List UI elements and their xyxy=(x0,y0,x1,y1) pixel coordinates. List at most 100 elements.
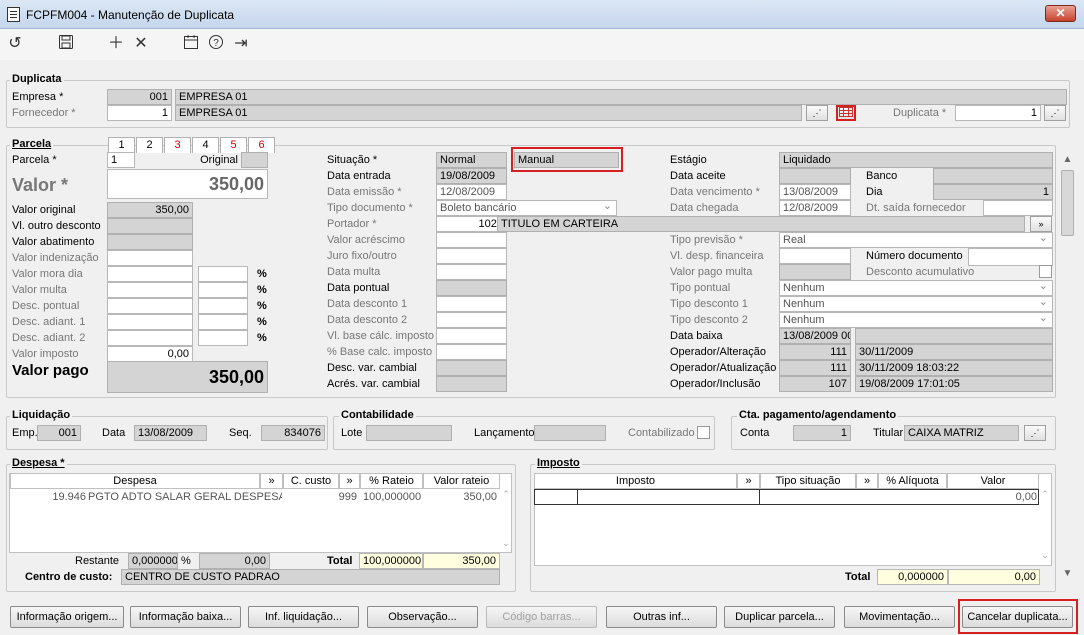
codigo-barras-button[interactable]: Código barras... xyxy=(486,606,597,628)
vl-desp-fin-field[interactable] xyxy=(779,248,851,264)
empresa-code-field[interactable]: 001 xyxy=(107,89,172,105)
left-field-label: Vl. outro desconto xyxy=(12,220,101,232)
restante-pct-sign: % xyxy=(181,555,191,567)
duplicata-group-label: Duplicata xyxy=(10,73,64,85)
informacao-baixa-button[interactable]: Informação baixa... xyxy=(130,606,241,628)
outras-inf-button[interactable]: Outras inf... xyxy=(606,606,717,628)
mid-field-value[interactable] xyxy=(436,328,507,344)
exit-icon[interactable]: ⇥ xyxy=(231,34,251,54)
mid-field-label: % Base calc. imposto xyxy=(327,346,433,358)
despesa-scrollbar[interactable]: ⌃ ⌄ xyxy=(500,489,512,553)
imposto-cell-divider xyxy=(759,490,760,504)
imposto-col-expand-2[interactable]: » xyxy=(856,473,878,489)
scroll-thumb[interactable] xyxy=(1061,170,1074,236)
mid-field-value[interactable]: 19/08/2009 xyxy=(436,168,507,184)
tab-parcela-5[interactable]: 5 xyxy=(220,137,247,153)
calendar-icon[interactable] xyxy=(181,34,201,54)
informacao-origem-button[interactable]: Informação origem... xyxy=(10,606,124,628)
tipo-desc1-select[interactable]: Nenhum xyxy=(779,296,1053,312)
tipo-desc2-select[interactable]: Nenhum xyxy=(779,312,1053,328)
data-vencimento-field[interactable]: 13/08/2009 xyxy=(779,184,851,200)
tab-parcela-2[interactable]: 2 xyxy=(136,137,163,153)
inf-liquidacao-button[interactable]: Inf. liquidação... xyxy=(248,606,359,628)
help-icon[interactable]: ? xyxy=(206,34,226,54)
left-field-value[interactable]: 350,00 xyxy=(107,202,193,218)
imposto-col-imposto[interactable]: Imposto xyxy=(534,473,737,489)
cancelar-duplicata-button[interactable]: Cancelar duplicata... xyxy=(962,606,1073,628)
mid-field-value[interactable] xyxy=(436,280,507,296)
mid-field-value[interactable] xyxy=(436,312,507,328)
left-field-percent[interactable] xyxy=(198,314,248,330)
tipo-pontual-select[interactable]: Nenhum xyxy=(779,280,1053,296)
contabilizado-checkbox[interactable] xyxy=(697,426,710,439)
left-field-value[interactable] xyxy=(107,250,193,266)
despesa-col-ccusto[interactable]: C. custo xyxy=(283,473,339,489)
dt-saida-field[interactable] xyxy=(983,200,1053,216)
imposto-scrollbar[interactable]: ⌃ ⌄ xyxy=(1039,489,1051,565)
tab-parcela-6[interactable]: 6 xyxy=(248,137,275,153)
left-field-value[interactable] xyxy=(107,298,193,314)
scroll-up-icon[interactable]: ▲ xyxy=(1059,154,1076,165)
duplicata-search-icon[interactable]: ⋰ xyxy=(1044,105,1066,121)
imposto-col-tipo[interactable]: Tipo situação xyxy=(760,473,856,489)
despesa-col-rateio[interactable]: % Rateio xyxy=(360,473,423,489)
mid-field-value[interactable] xyxy=(436,264,507,280)
left-field-value[interactable]: 0,00 xyxy=(107,346,193,362)
mid-field-value[interactable] xyxy=(436,296,507,312)
imposto-col-aliquota[interactable]: % Alíquota xyxy=(878,473,947,489)
despesa-col-expand-2[interactable]: » xyxy=(339,473,360,489)
left-field-percent[interactable] xyxy=(198,298,248,314)
mid-field-value[interactable]: Boleto bancário xyxy=(436,200,617,216)
desconto-acum-checkbox[interactable] xyxy=(1039,265,1052,278)
imposto-col-expand-1[interactable]: » xyxy=(737,473,760,489)
movimentacao-button[interactable]: Movimentação... xyxy=(844,606,955,628)
save-icon[interactable] xyxy=(56,34,76,54)
tab-parcela-4[interactable]: 4 xyxy=(192,137,219,153)
mid-field-value[interactable] xyxy=(436,360,507,376)
data-chegada-field[interactable]: 12/08/2009 xyxy=(779,200,851,216)
numero-doc-field[interactable] xyxy=(968,248,1053,266)
undo-icon[interactable]: ↺ xyxy=(5,34,25,54)
left-field-value[interactable] xyxy=(107,266,193,282)
left-field-value[interactable] xyxy=(107,314,193,330)
despesa-col-despesa[interactable]: Despesa xyxy=(10,473,260,489)
parcela-field[interactable]: 1 xyxy=(107,152,135,168)
left-field-percent[interactable] xyxy=(198,330,248,346)
mid-field-value[interactable] xyxy=(436,376,507,392)
fornecedor-search-icon[interactable]: ⋰ xyxy=(806,105,828,121)
observacao-button[interactable]: Observação... xyxy=(367,606,478,628)
despesa-col-expand-1[interactable]: » xyxy=(260,473,283,489)
mid-field-label: Data pontual xyxy=(327,282,390,294)
grid-icon[interactable] xyxy=(836,105,856,121)
close-button[interactable]: ✕ xyxy=(1045,5,1076,22)
left-field-value[interactable] xyxy=(107,330,193,346)
mid-field-value[interactable]: 12/08/2009 xyxy=(436,184,507,200)
main-scrollbar[interactable]: ▲ ▼ xyxy=(1059,150,1076,584)
left-field-percent[interactable] xyxy=(198,282,248,298)
portador-expand-icon[interactable]: » xyxy=(1030,216,1052,232)
left-field-value[interactable] xyxy=(107,218,193,234)
despesa-col-valor[interactable]: Valor rateio xyxy=(423,473,500,489)
left-field-percent[interactable] xyxy=(198,266,248,282)
left-field-label: Desc. adiant. 2 xyxy=(12,332,86,344)
scroll-down-icon[interactable]: ▼ xyxy=(1059,568,1076,579)
op-inc-id-field: 107 xyxy=(779,376,851,392)
mid-field-value[interactable] xyxy=(436,248,507,264)
tab-parcela-1[interactable]: 1 xyxy=(108,137,135,153)
tab-parcela-3[interactable]: 3 xyxy=(164,137,191,153)
valor-field[interactable]: 350,00 xyxy=(107,169,268,199)
tipo-previsao-select[interactable]: Real xyxy=(779,232,1053,248)
add-icon[interactable]: ＋ xyxy=(106,34,126,54)
mid-field-value[interactable] xyxy=(436,344,507,360)
delete-icon[interactable]: ✕ xyxy=(131,34,151,54)
duplicata-field[interactable]: 1 xyxy=(955,105,1041,121)
left-field-value[interactable] xyxy=(107,234,193,250)
fornecedor-code-field[interactable]: 1 xyxy=(107,105,172,121)
titular-search-icon[interactable]: ⋰ xyxy=(1024,425,1046,441)
table-row[interactable]: 0,00 xyxy=(534,489,1039,505)
left-field-value[interactable] xyxy=(107,282,193,298)
imposto-col-valor[interactable]: Valor xyxy=(947,473,1039,489)
duplicar-parcela-button[interactable]: Duplicar parcela... xyxy=(724,606,835,628)
mid-field-value[interactable] xyxy=(436,232,507,248)
table-row[interactable]: 19.946 PGTO ADTO SALAR GERAL DESPESAS 99… xyxy=(10,489,500,505)
